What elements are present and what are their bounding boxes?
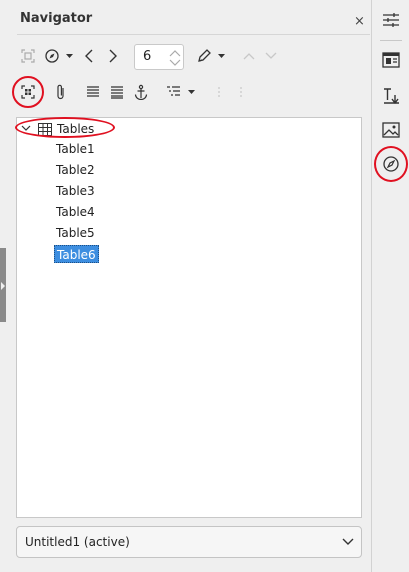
header-icon[interactable] (84, 82, 102, 102)
demote-chapter-icon[interactable] (232, 82, 250, 102)
sidebar-tabbar (371, 0, 409, 572)
tree-node-label: Tables (57, 122, 95, 136)
demote-icon[interactable] (262, 46, 280, 66)
tree-item-table4[interactable]: Table4 (54, 203, 97, 221)
sidebar-collapse-handle[interactable] (0, 248, 6, 322)
page-icon[interactable] (377, 46, 405, 74)
navigator-deck: Navigator × 6 Tables Table1 Table2 Table… (8, 0, 370, 572)
next-icon[interactable] (104, 46, 122, 66)
content-navigation-view-icon[interactable] (18, 82, 38, 102)
tree-item-table6[interactable]: Table6 (54, 245, 99, 263)
spin-down-icon[interactable] (169, 58, 181, 68)
navigate-by-icon[interactable] (42, 46, 62, 66)
close-icon[interactable]: × (354, 15, 365, 29)
navigator-icon[interactable] (377, 150, 405, 178)
chevron-down-icon[interactable] (342, 538, 354, 546)
anchor-icon[interactable] (132, 82, 150, 102)
heading-levels-icon[interactable] (164, 82, 184, 102)
reminder-icon[interactable] (52, 82, 70, 102)
heading-levels-dropdown-icon[interactable] (186, 86, 196, 98)
panel-title: Navigator (20, 11, 93, 26)
tree-node-tables[interactable]: Tables (17, 120, 361, 138)
drag-mode-dropdown-icon[interactable] (216, 50, 226, 62)
footer-icon[interactable] (108, 82, 126, 102)
toggle-content-icon[interactable] (18, 46, 38, 66)
sidebar-divider (380, 40, 402, 41)
previous-icon[interactable] (80, 46, 98, 66)
gallery-icon[interactable] (377, 116, 405, 144)
spin-up-icon[interactable] (169, 48, 181, 58)
tree-item-table5[interactable]: Table5 (54, 224, 97, 242)
properties-icon[interactable] (377, 6, 405, 34)
tree-item-table2[interactable]: Table2 (54, 161, 97, 179)
tree-item-table1[interactable]: Table1 (54, 140, 97, 158)
tree-item-table3[interactable]: Table3 (54, 182, 97, 200)
styles-icon[interactable] (377, 82, 405, 110)
drag-mode-icon[interactable] (194, 46, 214, 66)
document-select-value: Untitled1 (active) (25, 535, 130, 549)
page-spin-field[interactable]: 6 (134, 44, 184, 70)
page-spin-value: 6 (143, 49, 152, 64)
document-select[interactable]: Untitled1 (active) (16, 526, 362, 558)
table-icon (38, 123, 52, 136)
promote-chapter-icon[interactable] (210, 82, 228, 102)
navigate-by-dropdown-icon[interactable] (64, 50, 74, 62)
promote-icon[interactable] (240, 46, 258, 66)
title-divider (17, 34, 370, 35)
chevron-down-icon[interactable] (21, 125, 31, 132)
content-tree[interactable]: Tables Table1 Table2 Table3 Table4 Table… (16, 117, 362, 518)
